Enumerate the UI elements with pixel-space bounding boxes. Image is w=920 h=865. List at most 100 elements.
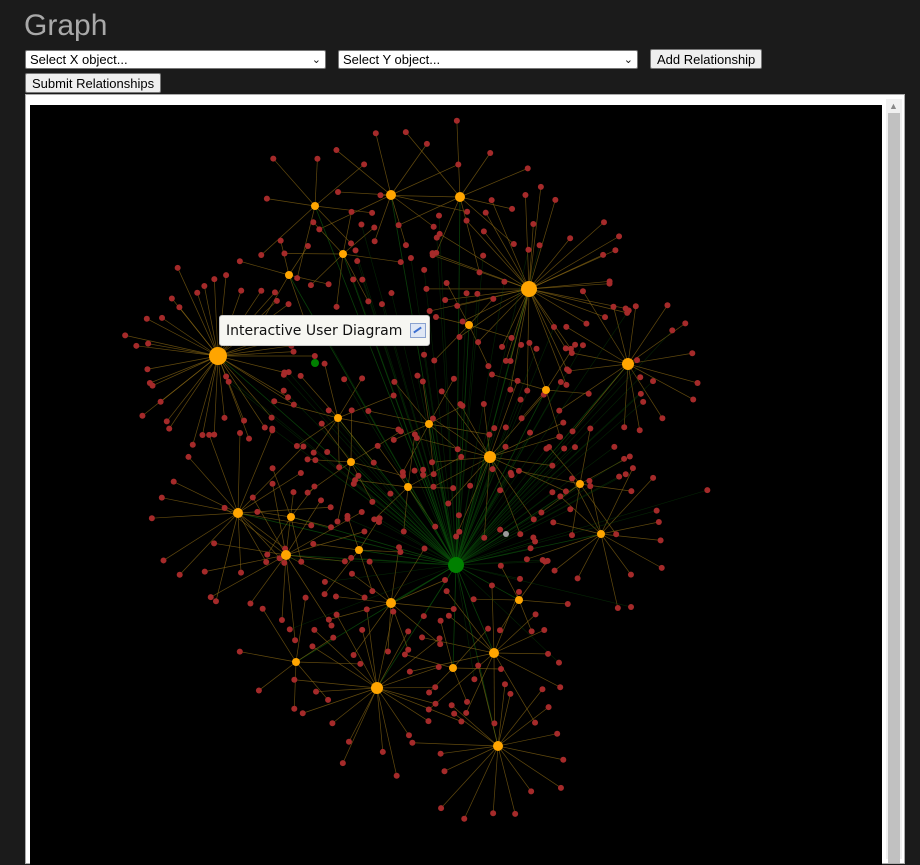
leaf-node[interactable] bbox=[637, 374, 643, 380]
leaf-node[interactable] bbox=[509, 206, 515, 212]
leaf-node[interactable] bbox=[527, 430, 533, 436]
leaf-node[interactable] bbox=[557, 493, 563, 499]
leaf-node[interactable] bbox=[348, 240, 354, 246]
leaf-node[interactable] bbox=[201, 283, 207, 289]
leaf-node[interactable] bbox=[397, 549, 403, 555]
leaf-node[interactable] bbox=[199, 432, 205, 438]
leaf-node[interactable] bbox=[658, 537, 664, 543]
leaf-node[interactable] bbox=[298, 559, 304, 565]
leaf-node[interactable] bbox=[166, 426, 172, 432]
leaf-node[interactable] bbox=[454, 303, 460, 309]
leaf-node[interactable] bbox=[316, 226, 322, 232]
leaf-node[interactable] bbox=[371, 460, 377, 466]
leaf-node[interactable] bbox=[202, 569, 208, 575]
leaf-node[interactable] bbox=[583, 321, 589, 327]
leaf-node[interactable] bbox=[270, 156, 276, 162]
hub-node[interactable] bbox=[334, 414, 342, 422]
leaf-node[interactable] bbox=[391, 379, 397, 385]
leaf-node[interactable] bbox=[421, 613, 427, 619]
leaf-node[interactable] bbox=[669, 327, 675, 333]
leaf-node[interactable] bbox=[305, 243, 311, 249]
leaf-node[interactable] bbox=[318, 497, 324, 503]
leaf-node[interactable] bbox=[498, 666, 504, 672]
leaf-node[interactable] bbox=[286, 301, 292, 307]
leaf-node[interactable] bbox=[534, 346, 540, 352]
leaf-node[interactable] bbox=[434, 235, 440, 241]
leaf-node[interactable] bbox=[405, 628, 411, 634]
hub-node[interactable] bbox=[465, 321, 473, 329]
leaf-node[interactable] bbox=[408, 255, 414, 261]
leaf-node[interactable] bbox=[490, 296, 496, 302]
leaf-node[interactable] bbox=[503, 424, 509, 430]
leaf-node[interactable] bbox=[690, 396, 696, 402]
leaf-node[interactable] bbox=[471, 596, 477, 602]
leaf-node[interactable] bbox=[459, 403, 465, 409]
leaf-node[interactable] bbox=[208, 594, 214, 600]
hub-node[interactable] bbox=[493, 741, 503, 751]
leaf-node[interactable] bbox=[511, 241, 517, 247]
leaf-node[interactable] bbox=[626, 307, 632, 313]
root-node[interactable] bbox=[311, 359, 319, 367]
leaf-node[interactable] bbox=[572, 444, 578, 450]
leaf-node[interactable] bbox=[451, 711, 457, 717]
leaf-node[interactable] bbox=[390, 609, 396, 615]
leaf-node[interactable] bbox=[570, 428, 576, 434]
leaf-node[interactable] bbox=[528, 545, 534, 551]
leaf-node[interactable] bbox=[310, 219, 316, 225]
leaf-node[interactable] bbox=[498, 563, 504, 569]
leaf-node[interactable] bbox=[314, 156, 320, 162]
leaf-node[interactable] bbox=[263, 559, 269, 565]
leaf-node[interactable] bbox=[460, 318, 466, 324]
leaf-node[interactable] bbox=[499, 344, 505, 350]
leaf-node[interactable] bbox=[442, 577, 448, 583]
leaf-node[interactable] bbox=[194, 290, 200, 296]
leaf-node[interactable] bbox=[358, 222, 364, 228]
leaf-node[interactable] bbox=[476, 269, 482, 275]
hub-node[interactable] bbox=[425, 420, 433, 428]
leaf-node[interactable] bbox=[519, 415, 525, 421]
leaf-node[interactable] bbox=[420, 378, 426, 384]
hub-node[interactable] bbox=[281, 550, 291, 560]
leaf-node[interactable] bbox=[427, 308, 433, 314]
leaf-node[interactable] bbox=[364, 606, 370, 612]
leaf-node[interactable] bbox=[409, 740, 415, 746]
leaf-node[interactable] bbox=[185, 454, 191, 460]
leaf-node[interactable] bbox=[497, 627, 503, 633]
leaf-node[interactable] bbox=[342, 558, 348, 564]
leaf-node[interactable] bbox=[432, 524, 438, 530]
hub-node[interactable] bbox=[285, 271, 293, 279]
leaf-node[interactable] bbox=[367, 559, 373, 565]
leaf-node[interactable] bbox=[281, 251, 287, 257]
leaf-node[interactable] bbox=[291, 677, 297, 683]
leaf-node[interactable] bbox=[335, 189, 341, 195]
leaf-node[interactable] bbox=[292, 637, 298, 643]
leaf-node[interactable] bbox=[350, 276, 356, 282]
leaf-node[interactable] bbox=[164, 418, 170, 424]
leaf-node[interactable] bbox=[695, 380, 701, 386]
scroll-thumb[interactable] bbox=[888, 113, 900, 863]
hub-node[interactable] bbox=[521, 281, 537, 297]
leaf-node[interactable] bbox=[303, 595, 309, 601]
leaf-node[interactable] bbox=[328, 524, 334, 530]
leaf-node[interactable] bbox=[264, 196, 270, 202]
leaf-node[interactable] bbox=[149, 515, 155, 521]
leaf-node[interactable] bbox=[221, 415, 227, 421]
leaf-node[interactable] bbox=[602, 314, 608, 320]
leaf-node[interactable] bbox=[311, 627, 317, 633]
hub-node[interactable] bbox=[489, 648, 499, 658]
hub-node[interactable] bbox=[597, 530, 605, 538]
leaf-node[interactable] bbox=[336, 464, 342, 470]
leaf-node[interactable] bbox=[420, 472, 426, 478]
leaf-node[interactable] bbox=[554, 731, 560, 737]
leaf-node[interactable] bbox=[615, 605, 621, 611]
leaf-node[interactable] bbox=[269, 426, 275, 432]
leaf-node[interactable] bbox=[509, 335, 515, 341]
leaf-node[interactable] bbox=[362, 594, 368, 600]
leaf-node[interactable] bbox=[557, 684, 563, 690]
leaf-node[interactable] bbox=[507, 387, 513, 393]
submit-relationships-button[interactable]: Submit Relationships bbox=[25, 73, 161, 93]
leaf-node[interactable] bbox=[481, 228, 487, 234]
hub-node[interactable] bbox=[622, 358, 634, 370]
leaf-node[interactable] bbox=[401, 529, 407, 535]
leaf-node[interactable] bbox=[237, 649, 243, 655]
